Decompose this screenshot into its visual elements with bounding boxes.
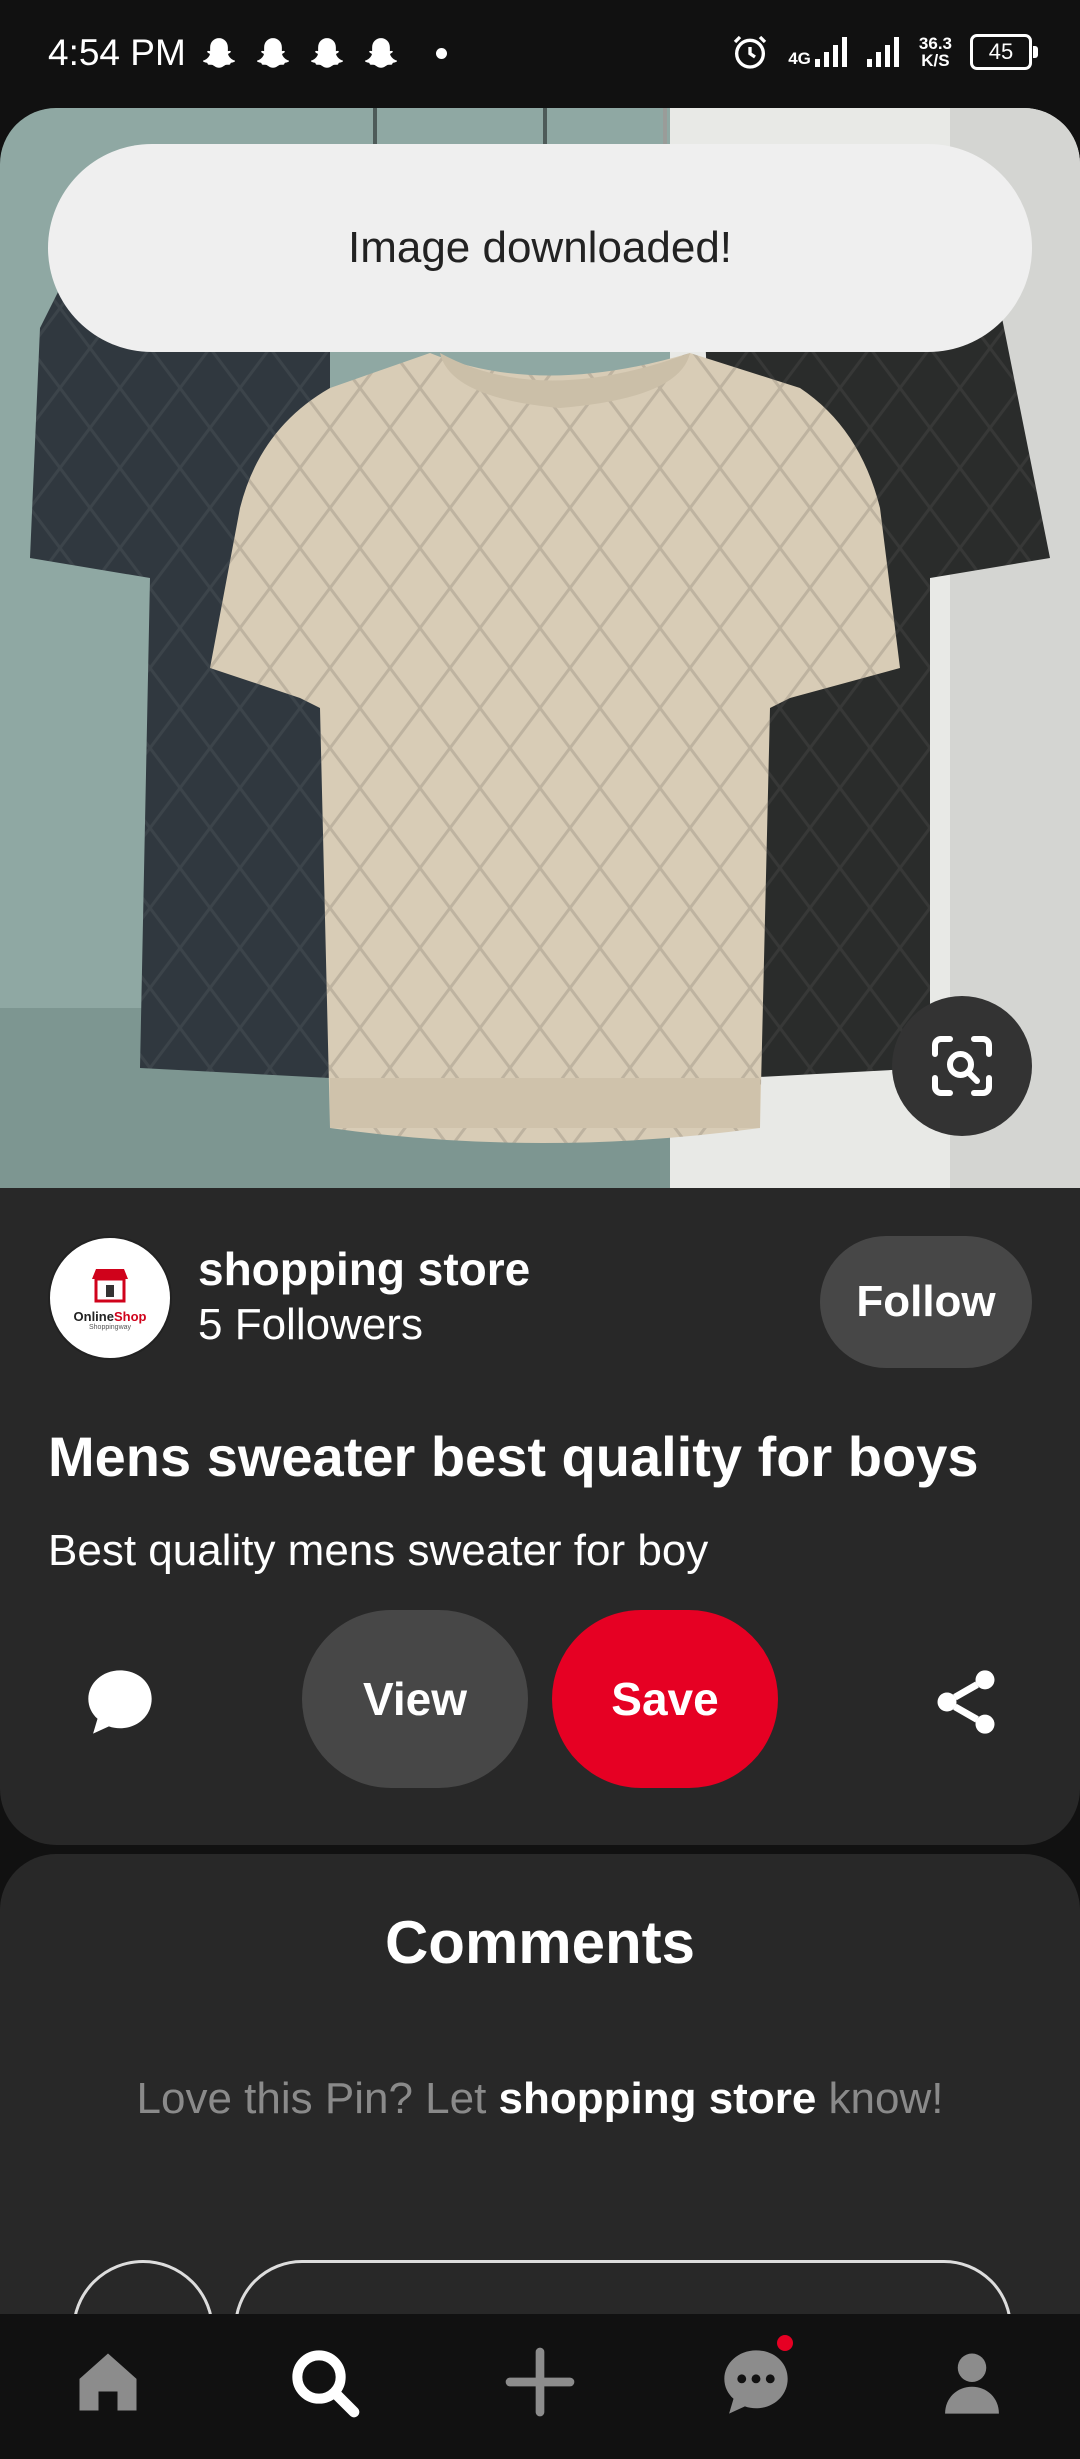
network-speed: 36.3 K/S <box>919 35 952 69</box>
home-icon <box>79 2353 137 2410</box>
pin-title: Mens sweater best quality for boys <box>48 1425 979 1488</box>
pin-actions: View Save <box>0 1610 1080 1790</box>
snapchat-icon <box>310 38 344 68</box>
comments-prompt-prefix: Love this Pin? Let <box>136 2074 499 2123</box>
pin-card: Image downloaded! OnlineShop Shoppingway… <box>0 108 1080 1845</box>
avatar-brand-part-1: Online <box>73 1309 114 1324</box>
avatar-brand: OnlineShop <box>74 1309 147 1324</box>
nav-create[interactable] <box>485 2327 595 2437</box>
alarm-icon <box>734 35 767 69</box>
speed-value: 36.3 <box>918 34 952 53</box>
snapchat-icon <box>364 38 398 68</box>
download-toast: Image downloaded! <box>48 144 1032 352</box>
more-notifications-dot <box>436 48 447 59</box>
followers-count: 5 Followers <box>198 1300 423 1349</box>
view-button[interactable]: View <box>302 1610 528 1788</box>
store-avatar[interactable]: OnlineShop Shoppingway <box>48 1236 172 1360</box>
profile-icon <box>945 2353 999 2414</box>
share-icon[interactable] <box>928 1664 1004 1740</box>
comments-prompt-store: shopping store <box>498 2074 817 2123</box>
status-bar: 4:54 PM 4G 36.3 K/S 45 <box>0 0 1080 108</box>
nav-home[interactable] <box>53 2327 163 2437</box>
visual-search-icon <box>932 1036 992 1096</box>
notification-dot <box>777 2334 793 2351</box>
messages-icon <box>724 2349 788 2414</box>
search-icon <box>292 2349 360 2417</box>
status-time: 4:54 PM <box>48 32 186 73</box>
follow-button[interactable]: Follow <box>820 1236 1032 1368</box>
pin-image[interactable]: Image downloaded! <box>0 108 1080 1188</box>
nav-profile[interactable] <box>917 2327 1027 2437</box>
comments-section: Comments Love this Pin? Let shopping sto… <box>0 1854 1080 2402</box>
avatar-brand-part-2: Shop <box>113 1309 147 1324</box>
visual-search-button[interactable] <box>892 996 1032 1136</box>
avatar-tagline: Shoppingway <box>88 1324 132 1331</box>
signal-icon <box>866 37 899 67</box>
snapchat-icon <box>202 38 236 68</box>
notification-icons <box>200 34 400 74</box>
battery-icon: 45 <box>970 34 1038 70</box>
comments-prompt-suffix: know! <box>816 2074 944 2123</box>
snapchat-icon <box>256 38 290 68</box>
bottom-nav <box>0 2314 1080 2459</box>
speed-unit: K/S <box>921 51 950 70</box>
comments-title: Comments <box>384 1909 696 1976</box>
signal-icon <box>814 37 847 67</box>
comments-prompt: Love this Pin? Let shopping store know! <box>0 2074 1080 2124</box>
pin-description: Best quality mens sweater for boy <box>48 1526 709 1575</box>
store-name[interactable]: shopping store <box>198 1242 530 1296</box>
store-info: OnlineShop Shoppingway shopping store 5 … <box>48 1236 1032 1368</box>
plus-icon <box>505 2347 575 2416</box>
nav-search[interactable] <box>269 2327 379 2437</box>
network-type: 4G <box>788 37 849 67</box>
save-button[interactable]: Save <box>552 1610 778 1788</box>
shop-logo-icon <box>92 1269 128 1303</box>
network-type-label: 4G <box>788 49 811 68</box>
comment-icon[interactable] <box>82 1664 158 1740</box>
status-indicators: 4G 36.3 K/S 45 <box>730 32 1038 72</box>
nav-messages[interactable] <box>701 2327 811 2437</box>
